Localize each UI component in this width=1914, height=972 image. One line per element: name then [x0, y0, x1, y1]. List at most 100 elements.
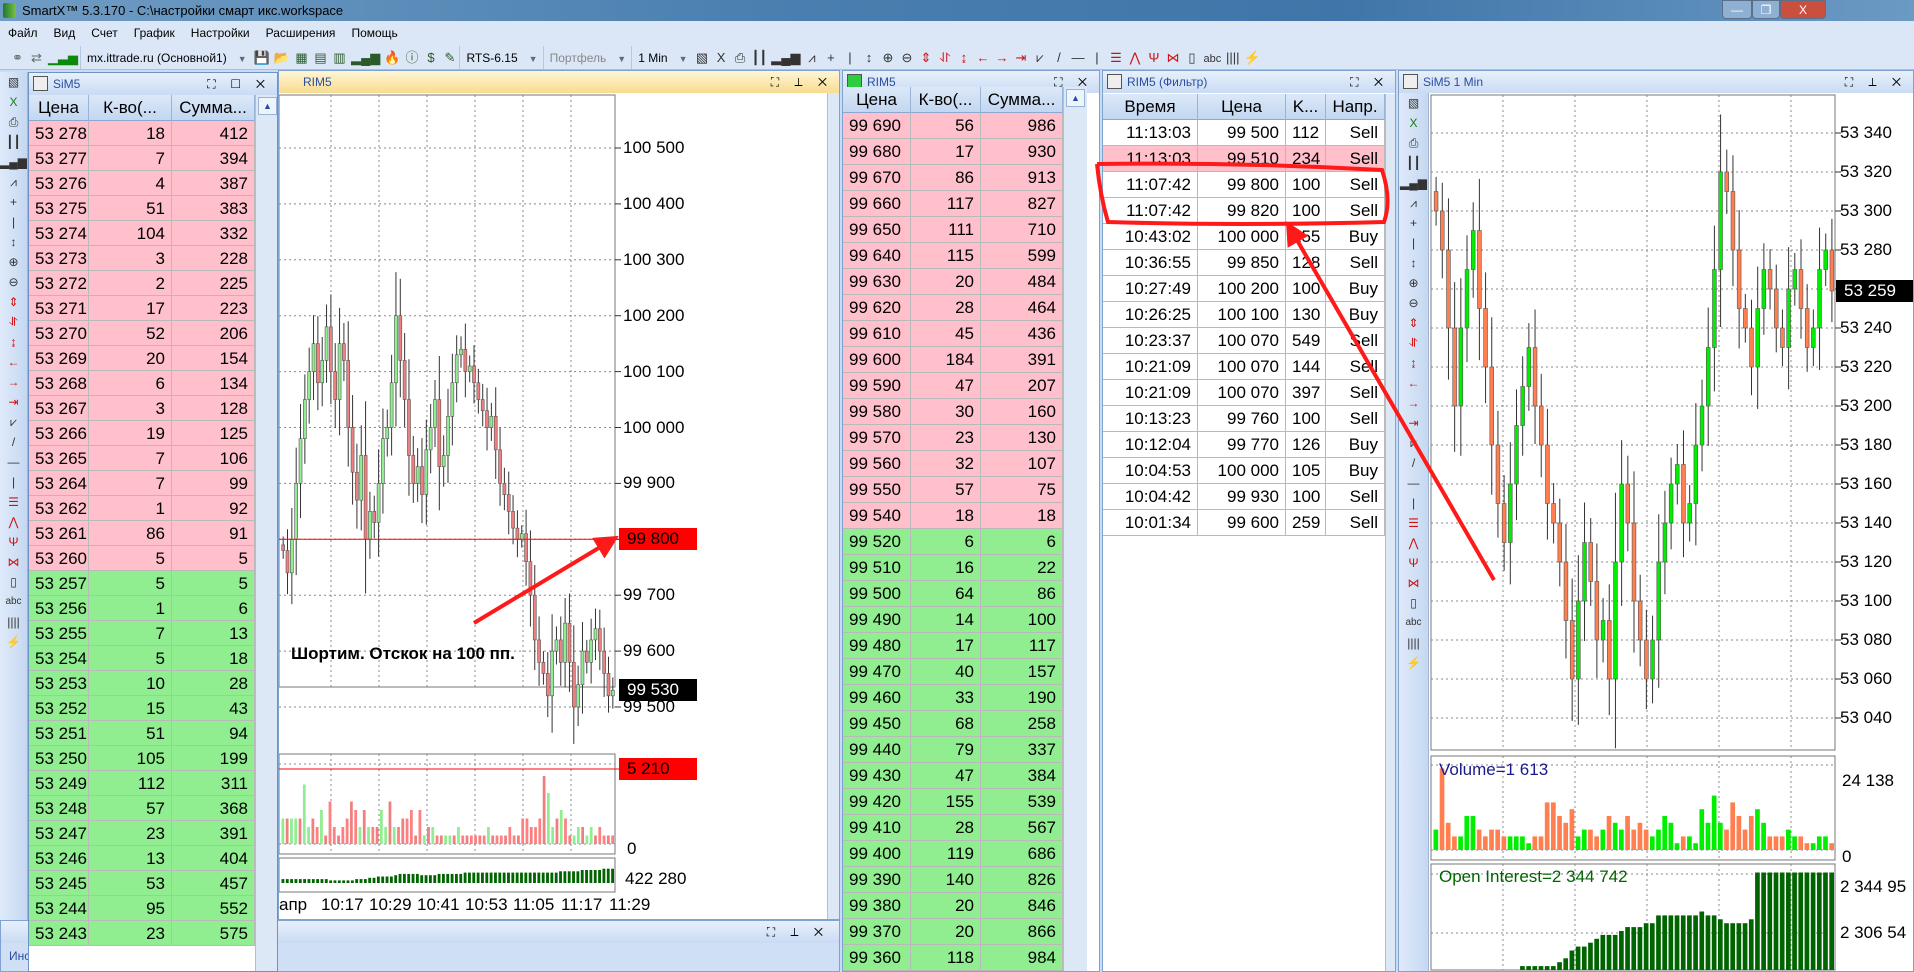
trade-row[interactable]: 10:04:42 99 930 100 Sell: [1103, 484, 1385, 510]
column-header[interactable]: Сумма...: [172, 95, 255, 121]
vertical-line-icon[interactable]: |: [0, 212, 27, 232]
bid-row[interactable]: 99 520 6 6: [843, 529, 1063, 555]
bid-row[interactable]: 99 370 20 866: [843, 919, 1063, 945]
bid-row[interactable]: 99 390 140 826: [843, 867, 1063, 893]
bid-row[interactable]: 99 360 118 984: [843, 945, 1063, 971]
panel-buttons[interactable]: ⛶ ✕: [1350, 71, 1389, 93]
zoom-in-icon[interactable]: ⊕: [0, 252, 27, 272]
trade-row[interactable]: 10:26:25 100 100 130 Buy: [1103, 302, 1385, 328]
bid-row[interactable]: 99 490 14 100: [843, 607, 1063, 633]
trade-row[interactable]: 10:36:55 99 850 128 Sell: [1103, 250, 1385, 276]
bid-row[interactable]: 99 460 33 190: [843, 685, 1063, 711]
trade-row[interactable]: 11:07:42 99 800 100 Sell: [1103, 172, 1385, 198]
bid-row[interactable]: 53 249 112 311: [29, 771, 255, 796]
scrollbar[interactable]: [1385, 94, 1395, 971]
column-header[interactable]: Цена: [843, 87, 911, 113]
ask-row[interactable]: 99 640 115 599: [843, 243, 1063, 269]
bid-row[interactable]: 99 450 68 258: [843, 711, 1063, 737]
order-line-icon[interactable]: ⚡: [0, 632, 27, 652]
close-button[interactable]: X: [1780, 0, 1826, 19]
rectangle-icon[interactable]: ▯: [1184, 45, 1199, 69]
bid-row[interactable]: 53 254 5 18: [29, 646, 255, 671]
trade-row[interactable]: 10:04:53 100 000 105 Buy: [1103, 458, 1385, 484]
compress-vertical-icon[interactable]: ⥯: [937, 45, 952, 69]
column-header[interactable]: Сумма...: [981, 87, 1063, 113]
ask-row[interactable]: 53 269 20 154: [29, 346, 255, 371]
bid-row[interactable]: 53 256 1 6: [29, 596, 255, 621]
dollar-icon[interactable]: $: [423, 45, 438, 69]
ask-row[interactable]: 99 610 45 436: [843, 321, 1063, 347]
ask-row[interactable]: 53 267 3 128: [29, 396, 255, 421]
trade-row[interactable]: 10:43:02 100 000 155 Buy: [1103, 224, 1385, 250]
bid-row[interactable]: 99 420 155 539: [843, 789, 1063, 815]
scroll-end-icon[interactable]: ⇥: [0, 392, 27, 412]
polyline-icon[interactable]: ⩗: [0, 412, 27, 432]
ask-row[interactable]: 99 570 23 130: [843, 425, 1063, 451]
trade-row[interactable]: 11:13:03 99 510 234 Sell: [1103, 146, 1385, 172]
trendline-icon[interactable]: /: [0, 432, 27, 452]
scrollbar[interactable]: ▲: [255, 95, 277, 971]
scroll-right-icon[interactable]: →: [994, 45, 1009, 69]
crosshair-icon[interactable]: +: [0, 192, 27, 212]
bars-icon[interactable]: ▂▄▆: [771, 45, 800, 69]
ask-row[interactable]: 99 600 184 391: [843, 347, 1063, 373]
ask-row[interactable]: 53 266 19 125: [29, 421, 255, 446]
polyline-icon[interactable]: ⩗: [1032, 45, 1047, 69]
portfolio-select[interactable]: Портфель: [542, 46, 613, 69]
trade-row[interactable]: 10:27:49 100 200 100 Buy: [1103, 276, 1385, 302]
ask-row[interactable]: 53 272 2 225: [29, 271, 255, 296]
ask-row[interactable]: 53 265 7 106: [29, 446, 255, 471]
maximize-button[interactable]: ❐: [1752, 0, 1780, 19]
bid-row[interactable]: 99 430 47 384: [843, 763, 1063, 789]
text-icon[interactable]: abc: [0, 592, 27, 612]
ask-row[interactable]: 99 670 86 913: [843, 165, 1063, 191]
scroll-left-icon[interactable]: ←: [0, 352, 27, 372]
trade-row[interactable]: 10:12:04 99 770 126 Buy: [1103, 432, 1385, 458]
line-chart-icon[interactable]: ⩘: [0, 172, 27, 192]
ask-row[interactable]: 53 273 3 228: [29, 246, 255, 271]
ask-row[interactable]: 99 580 30 160: [843, 399, 1063, 425]
column-header[interactable]: Цена: [29, 95, 89, 121]
fit-vertical-icon[interactable]: ↨: [956, 45, 971, 69]
fibo-arcs-icon[interactable]: Ψ: [0, 532, 27, 552]
minimize-button[interactable]: —: [1722, 0, 1752, 19]
ask-row[interactable]: 99 660 117 827: [843, 191, 1063, 217]
ask-row[interactable]: 53 271 17 223: [29, 296, 255, 321]
column-header[interactable]: Время: [1103, 94, 1198, 120]
open-folder-icon[interactable]: 📂: [274, 45, 290, 69]
ask-row[interactable]: 99 650 111 710: [843, 217, 1063, 243]
ask-row[interactable]: 99 690 56 986: [843, 113, 1063, 139]
vertical-line-icon[interactable]: |: [842, 45, 857, 69]
menu-item-2[interactable]: Счет: [83, 21, 126, 45]
ask-row[interactable]: 53 278 18 412: [29, 121, 255, 146]
save-icon[interactable]: 💾: [254, 45, 270, 69]
scroll-up-icon[interactable]: ▲: [258, 97, 277, 115]
column-header[interactable]: Напр.: [1326, 94, 1385, 120]
bid-row[interactable]: 99 510 16 22: [843, 555, 1063, 581]
info-icon[interactable]: ⓘ: [404, 45, 419, 69]
signal-icon[interactable]: ▁▃▅: [48, 45, 78, 69]
ask-row[interactable]: 99 590 47 207: [843, 373, 1063, 399]
trendline-icon[interactable]: /: [1051, 45, 1066, 69]
column-header[interactable]: К-во(...: [89, 95, 172, 121]
scroll-left-icon[interactable]: ←: [975, 45, 990, 69]
bid-row[interactable]: 53 252 15 43: [29, 696, 255, 721]
ask-row[interactable]: 99 680 17 930: [843, 139, 1063, 165]
bid-row[interactable]: 99 440 79 337: [843, 737, 1063, 763]
fibo-levels-icon[interactable]: ☰: [1108, 45, 1123, 69]
menu-item-6[interactable]: Помощь: [343, 21, 405, 45]
cycles-icon[interactable]: ||||: [1225, 45, 1240, 69]
cursor-icon[interactable]: ↕: [861, 45, 876, 69]
vertical-line-icon[interactable]: |: [0, 472, 27, 492]
link-icon[interactable]: ⚭: [10, 45, 25, 69]
bid-row[interactable]: 53 243 23 575: [29, 921, 255, 946]
trade-row[interactable]: 11:07:42 99 820 100 Sell: [1103, 198, 1385, 224]
bid-row[interactable]: 99 480 17 117: [843, 633, 1063, 659]
bid-row[interactable]: 53 245 53 457: [29, 871, 255, 896]
trade-row[interactable]: 10:21:09 100 070 397 Sell: [1103, 380, 1385, 406]
ask-row[interactable]: 53 277 7 394: [29, 146, 255, 171]
bars-icon[interactable]: ▂▄▆: [0, 152, 27, 172]
ask-row[interactable]: 99 630 20 484: [843, 269, 1063, 295]
trade-row[interactable]: 10:01:34 99 600 259 Sell: [1103, 510, 1385, 536]
crosshair-icon[interactable]: +: [823, 45, 838, 69]
